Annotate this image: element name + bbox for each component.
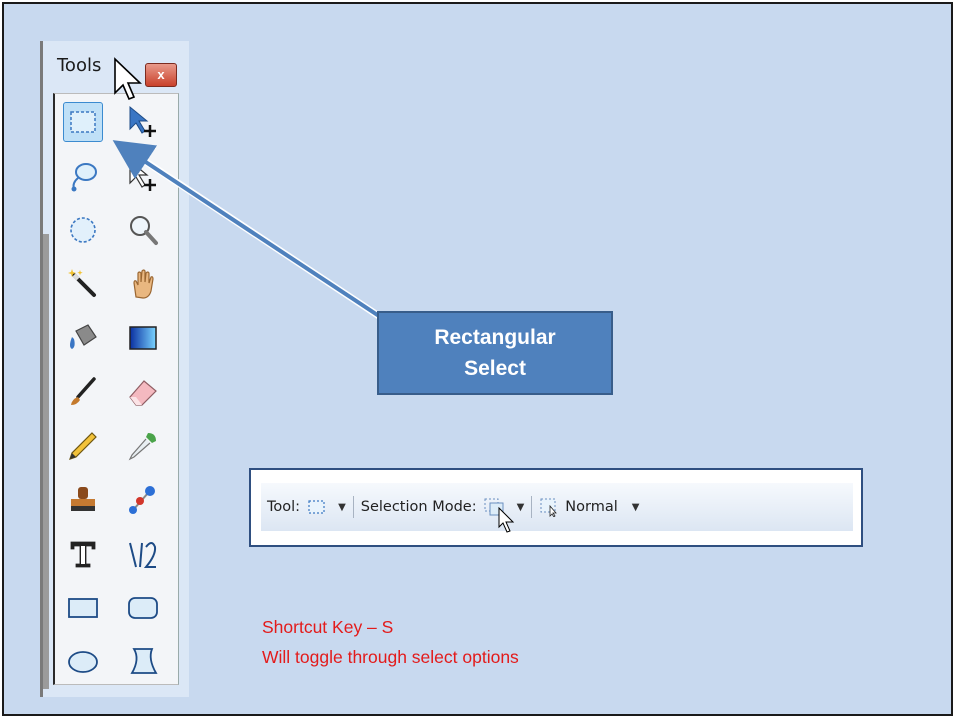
- mode-selector[interactable]: Normal ▼: [539, 497, 639, 517]
- rectangle-select-icon: [308, 500, 325, 514]
- shortcut-note: Shortcut Key – S: [262, 617, 394, 637]
- rectangular-select-callout: Rectangular Select: [377, 311, 613, 395]
- chevron-down-icon: ▼: [516, 501, 525, 513]
- toolbar-separator: [352, 496, 354, 518]
- tool-label: Tool:: [267, 499, 301, 515]
- mode-value: Normal: [565, 499, 618, 515]
- callout-line-2: Select: [464, 357, 526, 380]
- chevron-down-icon: ▼: [338, 501, 346, 513]
- toolbar-separator: [531, 496, 533, 518]
- selection-toolbar: Tool: ▼ Selection Mode: ▼ Normal ▼: [249, 468, 863, 547]
- toolbar-strip: Tool: ▼ Selection Mode: ▼ Normal ▼: [261, 483, 853, 531]
- mouse-cursor-icon: [498, 507, 515, 533]
- toggle-note: Will toggle through select options: [262, 647, 519, 667]
- normal-mode-icon: [540, 498, 558, 517]
- tool-selector[interactable]: Tool: ▼: [267, 498, 346, 516]
- slide: Tools x Rectangular Select Tool: ▼ Selec…: [2, 2, 953, 716]
- callout-line-1: Rectangular: [434, 326, 556, 349]
- chevron-down-icon: ▼: [631, 501, 640, 513]
- selection-mode-label: Selection Mode:: [360, 499, 477, 515]
